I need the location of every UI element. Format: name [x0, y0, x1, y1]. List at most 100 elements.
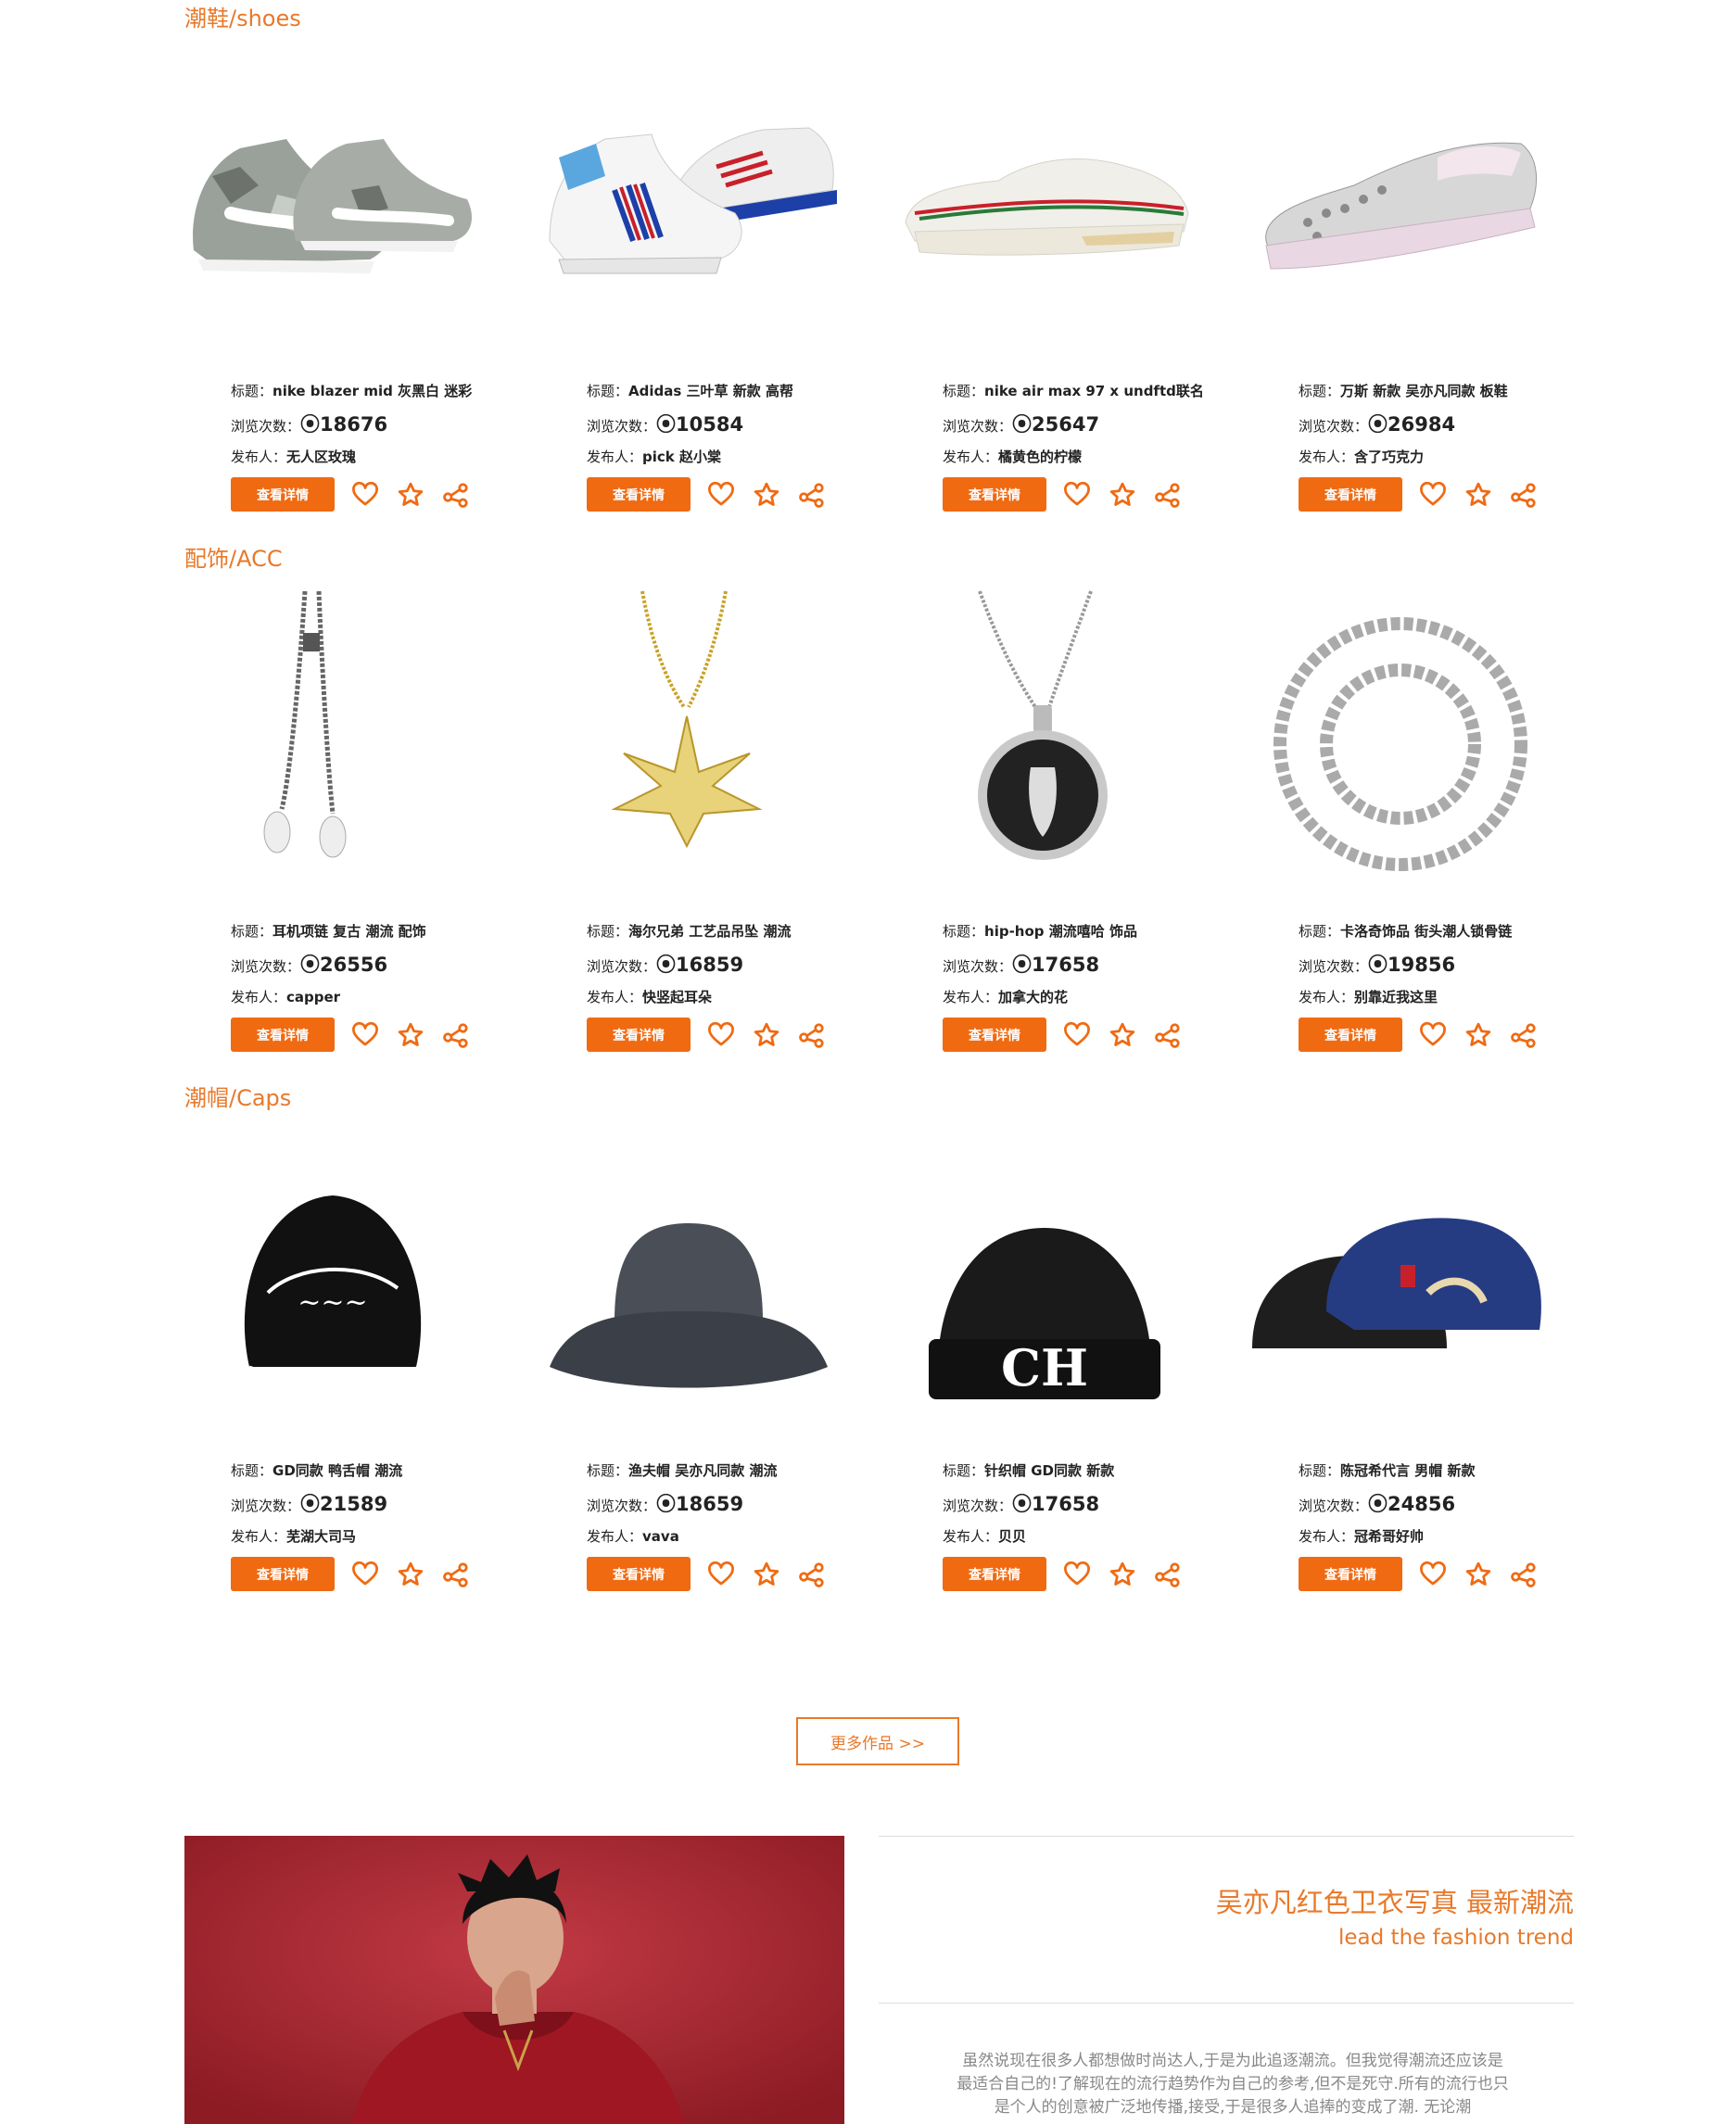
heart-icon[interactable] [351, 481, 379, 509]
product-title: 陈冠希代言 男帽 新款 [1340, 1462, 1476, 1479]
product-views: ⦿21589 [300, 1493, 388, 1515]
view-details-button[interactable]: 查看详情 [231, 1557, 335, 1591]
product-image[interactable] [1234, 1126, 1567, 1432]
product-title-line: 标题：卡洛奇饰品 街头潮人锁骨链 [1299, 921, 1512, 941]
view-details-button[interactable]: 查看详情 [1299, 477, 1402, 512]
svg-text:~~~: ~~~ [298, 1286, 367, 1319]
product-image[interactable] [522, 46, 855, 352]
view-details-button[interactable]: 查看详情 [943, 1018, 1046, 1052]
product-views: ⦿10584 [656, 413, 744, 436]
star-icon[interactable] [397, 481, 424, 509]
product-title-line: 标题：耳机项链 复古 潮流 配饰 [231, 921, 426, 941]
publisher-label: 发布人： [943, 449, 999, 465]
product-publisher-line: 发布人：贝贝 [943, 1526, 1026, 1546]
share-icon[interactable] [1510, 1021, 1538, 1049]
publisher-label: 发布人： [1299, 449, 1355, 465]
view-details-button[interactable]: 查看详情 [587, 1557, 691, 1591]
share-icon[interactable] [1154, 1561, 1182, 1588]
heart-icon[interactable] [1063, 481, 1091, 509]
share-icon[interactable] [442, 1021, 470, 1049]
section-title: 配饰/ACC [184, 546, 283, 572]
star-icon[interactable] [1109, 1561, 1136, 1588]
publisher-label: 发布人： [231, 449, 287, 465]
product-image[interactable] [878, 587, 1211, 892]
product-image[interactable] [1234, 587, 1567, 892]
view-details-button[interactable]: 查看详情 [587, 1018, 691, 1052]
product-title-line: 标题：GD同款 鸭舌帽 潮流 [231, 1460, 402, 1480]
product-title-line: 标题：nike air max 97 x undftd联名 [943, 381, 1204, 400]
share-icon[interactable] [1510, 481, 1538, 509]
view-details-button[interactable]: 查看详情 [231, 477, 335, 512]
section-title: 潮鞋/shoes [184, 6, 301, 32]
view-details-button[interactable]: 查看详情 [587, 477, 691, 512]
product-title-line: 标题：万斯 新款 吴亦凡同款 板鞋 [1299, 381, 1508, 400]
star-icon[interactable] [1109, 481, 1136, 509]
share-icon[interactable] [442, 1561, 470, 1588]
view-details-button[interactable]: 查看详情 [1299, 1018, 1402, 1052]
star-icon[interactable] [753, 1021, 780, 1049]
product-title: GD同款 鸭舌帽 潮流 [272, 1462, 403, 1479]
svg-text:CH: CH [1001, 1338, 1088, 1397]
feature-divider-top [879, 1836, 1574, 1837]
heart-icon[interactable] [1419, 1021, 1447, 1049]
heart-icon[interactable] [1063, 1021, 1091, 1049]
product-image[interactable] [878, 46, 1211, 352]
product-views-line: 浏览次数：⦿19856 [1299, 950, 1455, 978]
product-image[interactable] [1234, 46, 1567, 352]
share-icon[interactable] [798, 1561, 826, 1588]
view-details-button[interactable]: 查看详情 [1299, 1557, 1402, 1591]
view-details-button[interactable]: 查看详情 [943, 477, 1046, 512]
share-icon[interactable] [442, 481, 470, 509]
product-image[interactable] [522, 587, 855, 892]
heart-icon[interactable] [707, 1561, 735, 1588]
heart-icon[interactable] [351, 1561, 379, 1588]
publisher-label: 发布人： [231, 989, 287, 1005]
product-image[interactable]: CH [878, 1126, 1211, 1432]
product-publisher-line: 发布人：含了巧克力 [1299, 447, 1424, 466]
views-label: 浏览次数： [587, 958, 657, 975]
view-details-button[interactable]: 查看详情 [231, 1018, 335, 1052]
product-title-line: 标题：hip-hop 潮流嘻哈 饰品 [943, 921, 1137, 941]
star-icon[interactable] [1109, 1021, 1136, 1049]
share-icon[interactable] [798, 481, 826, 509]
product-publisher: 含了巧克力 [1354, 449, 1425, 465]
product-title-line: 标题：针织帽 GD同款 新款 [943, 1460, 1114, 1480]
product-publisher-line: 发布人：capper [231, 987, 340, 1006]
heart-icon[interactable] [1419, 481, 1447, 509]
star-icon[interactable] [397, 1021, 424, 1049]
publisher-label: 发布人： [587, 989, 643, 1005]
product-image[interactable] [166, 587, 500, 892]
heart-icon[interactable] [1419, 1561, 1447, 1588]
product-publisher: pick 赵小棠 [642, 449, 721, 465]
product-image[interactable] [166, 46, 500, 352]
product-views: ⦿18676 [300, 413, 388, 436]
product-views-line: 浏览次数：⦿25647 [943, 410, 1099, 437]
share-icon[interactable] [798, 1021, 826, 1049]
star-icon[interactable] [397, 1561, 424, 1588]
view-details-button[interactable]: 查看详情 [943, 1557, 1046, 1591]
star-icon[interactable] [753, 1561, 780, 1588]
star-icon[interactable] [1464, 1561, 1492, 1588]
share-icon[interactable] [1154, 1021, 1182, 1049]
share-icon[interactable] [1510, 1561, 1538, 1588]
title-label: 标题： [231, 923, 273, 940]
title-label: 标题： [943, 923, 985, 940]
star-icon[interactable] [1464, 1021, 1492, 1049]
more-works-button[interactable]: 更多作品 >> [796, 1717, 959, 1765]
share-icon[interactable] [1154, 481, 1182, 509]
product-views: ⦿24856 [1368, 1493, 1456, 1515]
heart-icon[interactable] [707, 1021, 735, 1049]
product-image[interactable] [522, 1126, 855, 1432]
heart-icon[interactable] [1063, 1561, 1091, 1588]
product-publisher: 冠希哥好帅 [1354, 1528, 1425, 1545]
product-views: ⦿25647 [1012, 413, 1100, 436]
product-image[interactable]: ~~~ [166, 1126, 500, 1432]
product-views: ⦿26556 [300, 954, 388, 976]
star-icon[interactable] [1464, 481, 1492, 509]
product-title-line: 标题：Adidas 三叶草 新款 高帮 [587, 381, 793, 400]
title-label: 标题： [231, 383, 273, 399]
heart-icon[interactable] [707, 481, 735, 509]
product-publisher: vava [642, 1528, 679, 1545]
heart-icon[interactable] [351, 1021, 379, 1049]
star-icon[interactable] [753, 481, 780, 509]
